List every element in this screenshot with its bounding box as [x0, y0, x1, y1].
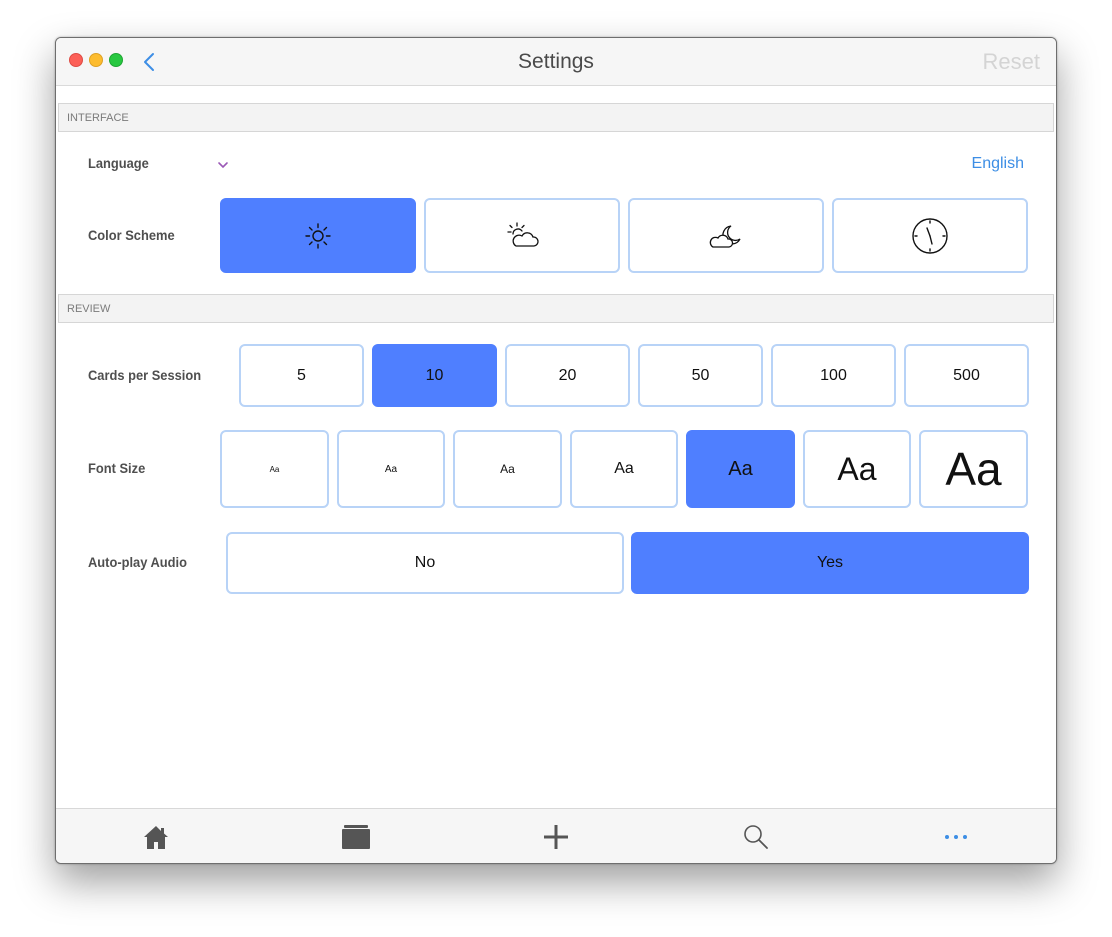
tab-decks[interactable] — [341, 823, 371, 851]
clock-icon — [912, 217, 948, 254]
cards-option[interactable]: 10 — [372, 344, 497, 407]
cards-option[interactable]: 100 — [771, 344, 896, 407]
cards-option[interactable]: 500 — [904, 344, 1029, 407]
color-scheme-auto-option[interactable] — [424, 198, 620, 273]
auto-play-audio-yes-option[interactable]: Yes — [631, 532, 1029, 594]
auto-play-audio-label: Auto-play Audio — [88, 554, 187, 570]
color-scheme-label: Color Scheme — [88, 227, 175, 243]
add-icon — [544, 825, 568, 849]
font-size-option-6[interactable]: Aa — [803, 430, 911, 508]
auto-play-audio-no-option[interactable]: No — [226, 532, 624, 594]
font-size-option-3[interactable]: Aa — [453, 430, 562, 508]
cards-option[interactable]: 5 — [239, 344, 364, 407]
tab-more[interactable] — [941, 823, 971, 851]
font-size-option-4[interactable]: Aa — [570, 430, 678, 508]
sun-icon — [305, 222, 331, 249]
moon-cloud-icon — [709, 224, 741, 248]
more-icon — [945, 835, 967, 839]
tab-add[interactable] — [541, 823, 571, 851]
color-scheme-dark-option[interactable] — [628, 198, 824, 273]
tab-search[interactable] — [741, 823, 771, 851]
partly-cloudy-icon — [507, 221, 539, 247]
reset-button[interactable]: Reset — [983, 49, 1040, 75]
settings-window: Settings Reset INTERFACE Language Englis… — [55, 37, 1057, 864]
language-label: Language — [88, 155, 149, 171]
cards-option[interactable]: 50 — [638, 344, 763, 407]
cards-option[interactable]: 20 — [505, 344, 630, 407]
color-scheme-schedule-option[interactable] — [832, 198, 1028, 273]
tab-home[interactable] — [141, 823, 171, 851]
tab-bar — [56, 808, 1056, 863]
card-deck-icon — [342, 825, 370, 849]
language-value[interactable]: English — [972, 155, 1024, 173]
title-bar: Settings Reset — [56, 38, 1056, 86]
color-scheme-light-option[interactable] — [220, 198, 416, 273]
section-header-review: REVIEW — [58, 294, 1054, 323]
cards-per-session-label: Cards per Session — [88, 367, 202, 383]
chevron-down-icon[interactable] — [216, 157, 230, 169]
search-icon — [744, 825, 768, 849]
home-icon — [144, 826, 168, 849]
page-title: Settings — [518, 50, 594, 73]
font-size-option-7[interactable]: Aa — [919, 430, 1028, 508]
font-size-option-2[interactable]: Aa — [337, 430, 445, 508]
section-header-interface: INTERFACE — [58, 103, 1054, 132]
font-size-label: Font Size — [88, 460, 146, 476]
font-size-option-1[interactable]: Aa — [220, 430, 329, 508]
font-size-option-5[interactable]: Aa — [686, 430, 795, 508]
